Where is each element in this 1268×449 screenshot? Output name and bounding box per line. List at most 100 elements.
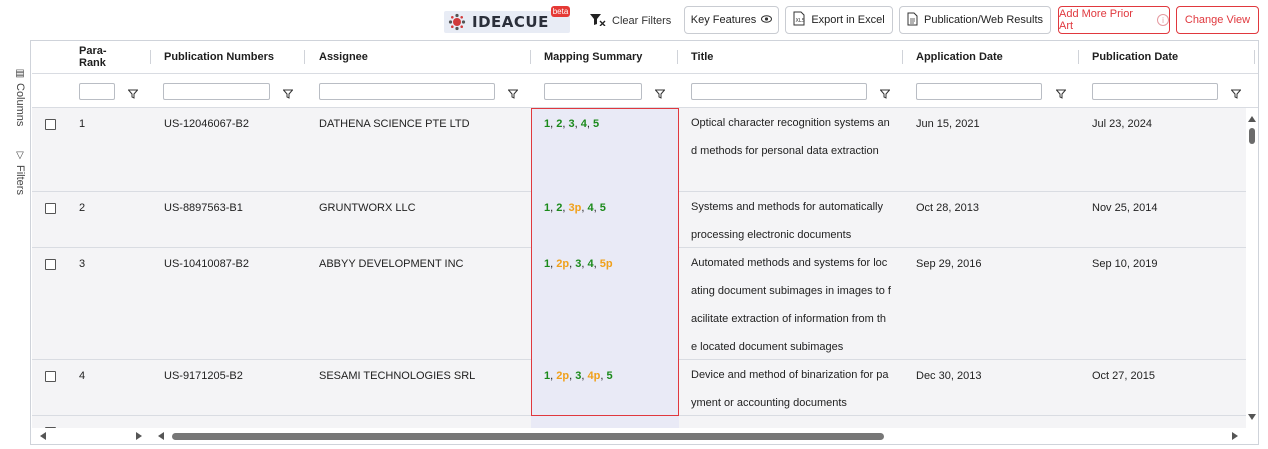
mapping-item[interactable]: 5 (606, 370, 612, 382)
publication-date-cell: Nov 25, 2014 (1092, 202, 1158, 214)
horizontal-scrollbar[interactable] (32, 428, 1246, 444)
scroll-right-arrow-icon[interactable] (1232, 432, 1238, 440)
key-features-label: Key Features (690, 14, 757, 26)
publication-number-cell[interactable]: US-8897563-B1 (164, 202, 243, 214)
mapping-item[interactable]: 5 (593, 118, 599, 130)
filter-input-title[interactable] (691, 83, 867, 100)
publication-web-results-button[interactable]: Publication/Web Results (899, 6, 1051, 34)
publication-date-cell: Oct 27, 2015 (1092, 370, 1155, 382)
column-separator[interactable] (150, 50, 151, 64)
publication-number-cell[interactable]: US-12046067-B2 (164, 118, 249, 130)
mapping-item[interactable]: 2p (556, 258, 569, 270)
export-excel-button[interactable]: XLS Export in Excel (785, 6, 893, 34)
filter-funnel-icon[interactable] (1230, 86, 1242, 99)
side-tool-panel: ▤ Columns ▽ Filters (9, 40, 31, 445)
assignee-cell: SESAMI TECHNOLOGIES SRL (319, 370, 476, 382)
mapping-item[interactable]: 5p (600, 258, 613, 270)
excel-file-icon: XLS (793, 11, 805, 29)
filter-funnel-icon[interactable] (282, 86, 294, 99)
clear-filters-button[interactable]: Clear Filters (590, 11, 671, 31)
column-separator[interactable] (530, 50, 531, 64)
scroll-left-arrow-icon[interactable] (158, 432, 164, 440)
key-features-button[interactable]: Key Features (684, 6, 779, 34)
header-publication-date[interactable]: Publication Date (1092, 40, 1178, 74)
filter-input-rank[interactable] (79, 83, 115, 100)
application-date-cell: Oct 28, 2013 (916, 202, 979, 214)
filter-funnel-icon[interactable] (1055, 86, 1067, 99)
filter-input-application-date[interactable] (916, 83, 1042, 100)
table-row[interactable]: 1 US-12046067-B2 DATHENA SCIENCE PTE LTD… (32, 108, 1246, 192)
info-icon: i (1157, 14, 1169, 26)
application-date-cell: Jun 15, 2021 (916, 118, 980, 130)
filters-label: Filters (14, 165, 26, 195)
mapping-cell-bg (531, 360, 679, 416)
header-mapping-summary[interactable]: Mapping Summary (544, 40, 642, 74)
assignee-cell: ABBYY DEVELOPMENT INC (319, 258, 464, 270)
table-body: 1 US-12046067-B2 DATHENA SCIENCE PTE LTD… (32, 108, 1246, 428)
table-header-row: Para- Rank Publication Numbers Assignee … (32, 40, 1258, 74)
column-separator[interactable] (1254, 50, 1255, 64)
table-row[interactable]: 4 US-9171205-B2 SESAMI TECHNOLOGIES SRL … (32, 360, 1246, 416)
rank-cell: 3 (79, 258, 86, 270)
row-checkbox[interactable] (45, 371, 56, 382)
filter-funnel-icon[interactable] (654, 86, 666, 99)
table-row[interactable]: 3 US-10410087-B2 ABBYY DEVELOPMENT INC 1… (32, 248, 1246, 360)
scroll-down-arrow-icon[interactable] (1248, 414, 1256, 420)
table-filter-row (32, 74, 1258, 108)
mapping-item[interactable]: 5 (600, 202, 606, 214)
mapping-item[interactable]: 4p (587, 370, 600, 382)
top-toolbar: IDEACUE beta Clear Filters Key Features … (0, 0, 1268, 40)
mapping-summary-cell[interactable]: 1, 2p, 3, 4, 5p (544, 258, 613, 270)
scroll-right-arrow-icon[interactable] (136, 432, 142, 440)
table-row[interactable]: 2 US-8897563-B1 GRUNTWORX LLC 1, 2, 3p, … (32, 192, 1246, 248)
add-more-prior-art-button[interactable]: Add More Prior Art i (1058, 6, 1170, 34)
header-application-date[interactable]: Application Date (916, 40, 1003, 74)
publication-number-cell[interactable]: US-9171205-B2 (164, 370, 243, 382)
filter-input-mapping[interactable] (544, 83, 642, 100)
column-separator[interactable] (304, 50, 305, 64)
filter-input-publication[interactable] (163, 83, 270, 100)
svg-text:XLS: XLS (796, 18, 805, 24)
eye-icon (761, 14, 773, 26)
filters-panel-toggle[interactable]: ▽ Filters (9, 150, 31, 195)
mapping-summary-cell[interactable]: 1, 2, 3, 4, 5 (544, 118, 599, 130)
row-checkbox[interactable] (45, 203, 56, 214)
filter-funnel-icon[interactable] (127, 86, 139, 99)
column-separator[interactable] (1078, 50, 1079, 64)
mapping-summary-cell[interactable]: 1, 2, 3p, 4, 5 (544, 202, 606, 214)
rank-cell: 1 (79, 118, 86, 130)
scroll-left-arrow-icon[interactable] (40, 432, 46, 440)
horizontal-scroll-thumb[interactable] (172, 433, 884, 440)
columns-panel-toggle[interactable]: ▤ Columns (9, 68, 31, 126)
row-checkbox[interactable] (45, 119, 56, 130)
vertical-scroll-thumb[interactable] (1249, 128, 1255, 144)
row-checkbox[interactable] (45, 259, 56, 270)
rank-cell: 2 (79, 202, 86, 214)
header-title[interactable]: Title (691, 40, 713, 74)
table-row[interactable] (32, 416, 1246, 428)
mapping-summary-cell[interactable]: 1, 2p, 3, 4p, 5 (544, 370, 613, 382)
filter-funnel-icon[interactable] (507, 86, 519, 99)
scroll-up-arrow-icon[interactable] (1248, 116, 1256, 122)
logo-text: IDEACUE (472, 13, 549, 31)
change-view-button[interactable]: Change View (1176, 6, 1259, 34)
publication-number-cell[interactable]: US-10410087-B2 (164, 258, 249, 270)
vertical-scrollbar[interactable] (1246, 108, 1258, 428)
filter-funnel-icon[interactable] (879, 86, 891, 99)
mapping-item[interactable]: 3p (569, 202, 582, 214)
filter-icon: ▽ (14, 150, 26, 161)
filter-input-assignee[interactable] (319, 83, 495, 100)
change-view-label: Change View (1184, 14, 1251, 26)
columns-label: Columns (14, 83, 26, 127)
mapping-item[interactable]: 2p (556, 370, 569, 382)
application-date-cell: Sep 29, 2016 (916, 258, 982, 270)
add-prior-art-label: Add More Prior Art (1059, 8, 1133, 32)
filter-input-publication-date[interactable] (1092, 83, 1218, 100)
publication-date-cell: Sep 10, 2019 (1092, 258, 1158, 270)
header-para-rank[interactable]: Para- Rank (79, 40, 139, 74)
column-separator[interactable] (677, 50, 678, 64)
assignee-cell: GRUNTWORX LLC (319, 202, 416, 214)
column-separator[interactable] (902, 50, 903, 64)
header-publication-numbers[interactable]: Publication Numbers (164, 40, 274, 74)
header-assignee[interactable]: Assignee (319, 40, 368, 74)
